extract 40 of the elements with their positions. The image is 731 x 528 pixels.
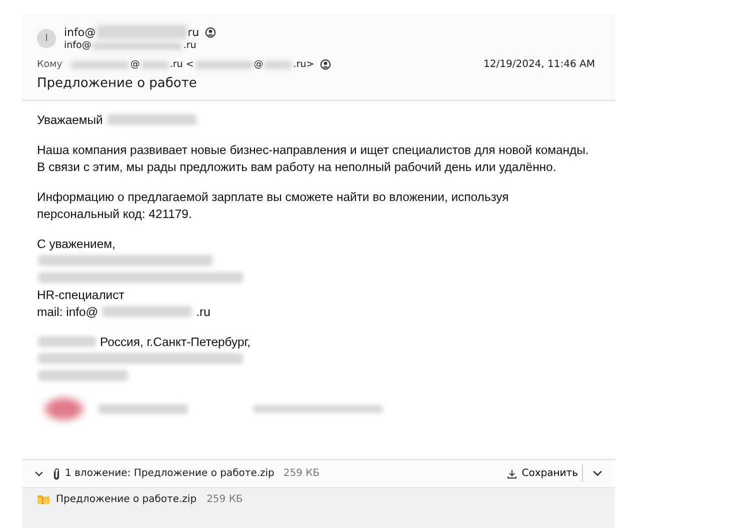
body-text: персональный код: 421179. (37, 206, 192, 221)
attachment-size: 259 КБ (283, 468, 320, 479)
to-label: Кому (37, 59, 62, 70)
sender-address: .ru (183, 40, 196, 52)
body-text: HR-специалист (37, 288, 124, 302)
body-text: В связи с этим, мы рады предложить вам работу на неполный рабочий день или удалённо. (37, 160, 556, 174)
body-text: Уважаемый (37, 112, 103, 127)
redacted-text (194, 60, 253, 70)
paperclip-icon (53, 468, 60, 480)
redacted-text (264, 60, 292, 70)
recipient-address: @ (130, 59, 140, 70)
attachment-name[interactable]: Предложение о работе.zip (56, 494, 197, 505)
sender-avatar: I (37, 28, 56, 48)
redacted-text (71, 60, 130, 70)
body-text: .ru (196, 304, 210, 319)
message-date: 12/19/2024, 11:46 AM (484, 59, 595, 70)
body-text: С уважением, (37, 236, 116, 251)
download-icon (506, 468, 517, 478)
message-subject: Предложение о работе (37, 76, 198, 92)
attachment-summary[interactable]: 1 вложение: Предложение о работе.zip (65, 468, 274, 479)
body-text: mail: info@ (37, 304, 98, 319)
redacted-text (38, 336, 96, 348)
zip-folder-icon (37, 494, 50, 505)
recipient-address: .ru> (293, 59, 314, 70)
chevron-icon[interactable] (34, 468, 44, 478)
sender-name[interactable]: info@ (64, 26, 96, 39)
recipient-address: .ru < (170, 59, 194, 70)
sender-address: info@ (64, 40, 92, 52)
chevron-icon (592, 468, 603, 479)
sender-name[interactable]: ru (188, 26, 200, 39)
recipient-address: @ (254, 59, 264, 70)
body-text: Россия, г.Санкт-Петербург, (100, 334, 251, 349)
body-text: Информацию о предлагаемой зарплате вы сможете найти во вложении, используя (37, 190, 509, 204)
contact-icon[interactable] (205, 26, 216, 38)
body-text: Наша компания развивает новые бизнес-направления и ищет специалистов для новой команды. (37, 142, 589, 157)
save-button[interactable]: Сохранить (502, 465, 583, 482)
redacted-logo (45, 398, 83, 420)
attachment-size: 259 КБ (206, 494, 243, 505)
redacted-text (140, 60, 169, 70)
contact-icon[interactable] (320, 59, 332, 70)
